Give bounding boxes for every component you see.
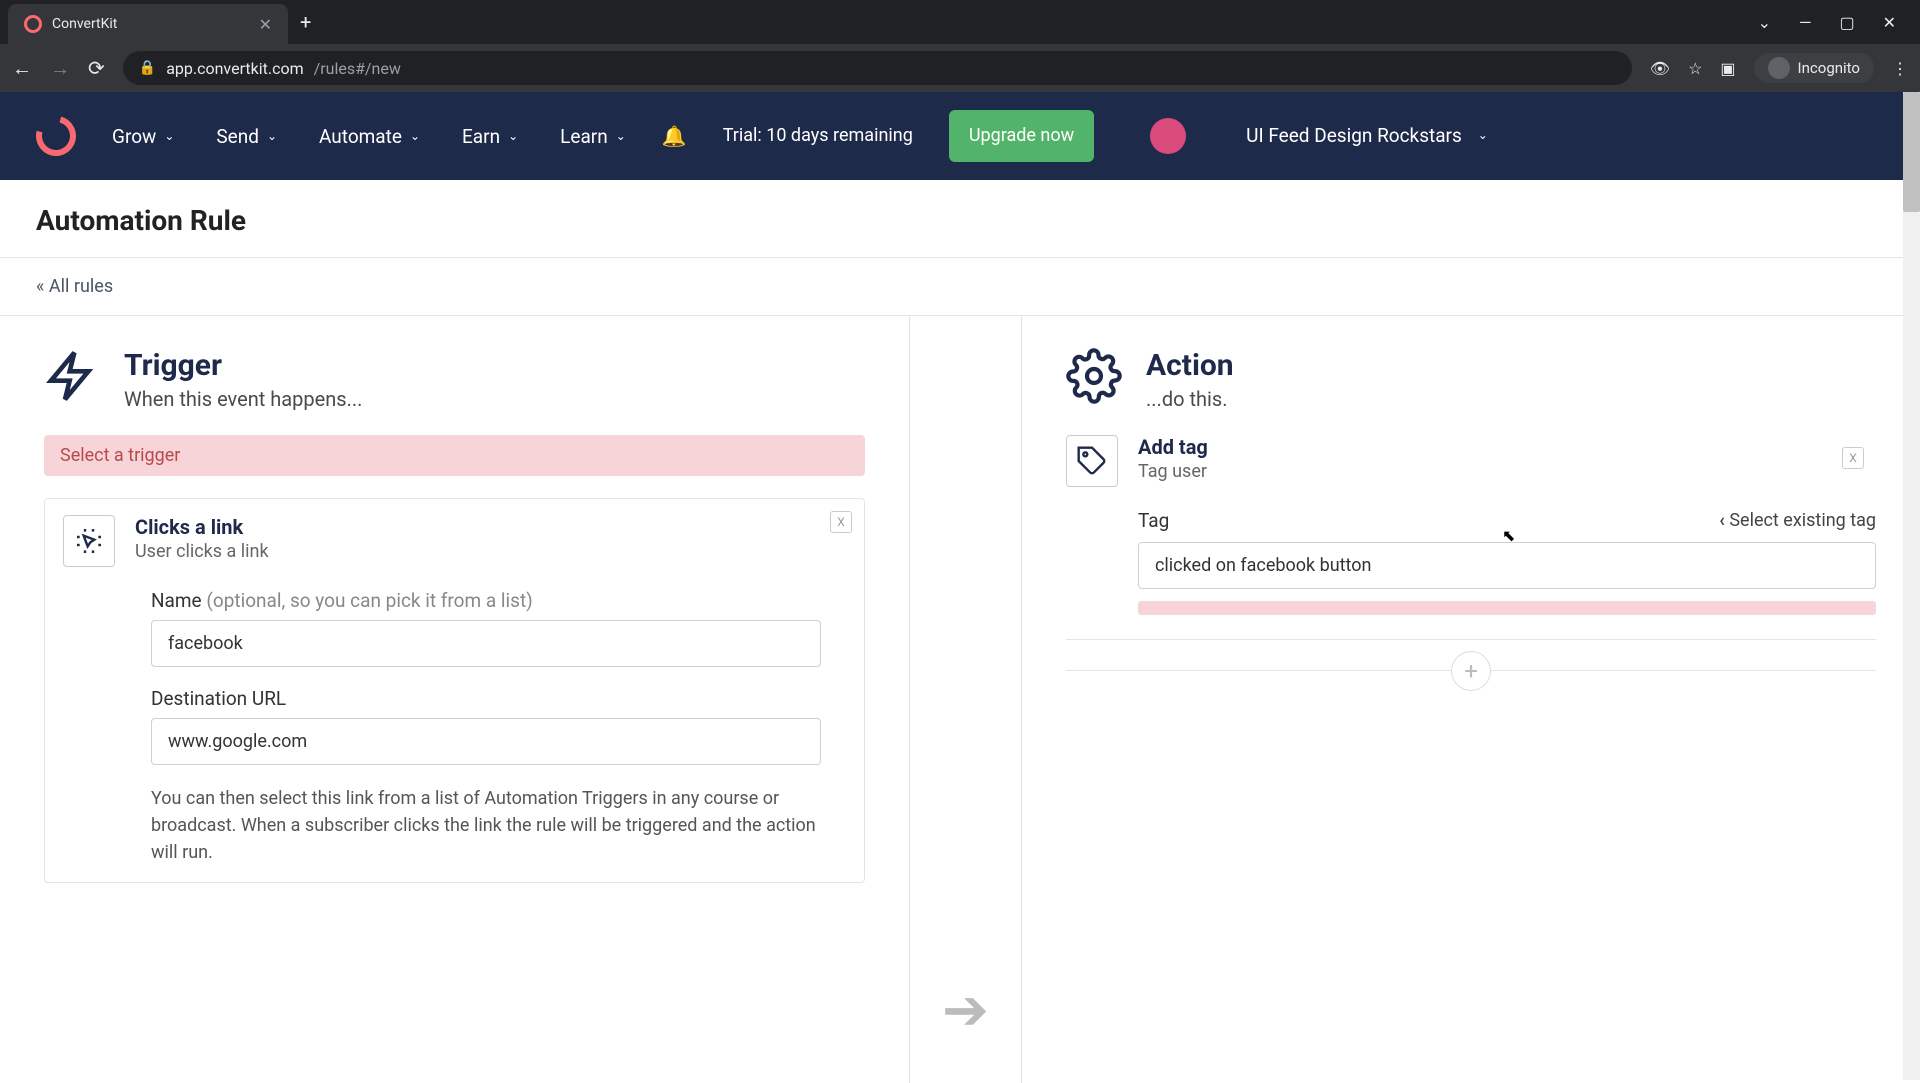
main-content: Trigger When this event happens... Selec…: [0, 315, 1920, 1083]
close-window-icon[interactable]: ✕: [1883, 13, 1896, 32]
trigger-column: Trigger When this event happens... Selec…: [0, 316, 910, 1083]
action-column: Action ...do this. Add tag Tag user X Ta…: [1022, 316, 1920, 1083]
action-header: Action ...do this.: [1066, 348, 1876, 411]
browser-menu-icon[interactable]: ⋮: [1892, 59, 1908, 78]
flow-arrow-column: ➔: [910, 316, 1022, 1083]
url-input[interactable]: 🔒 app.convertkit.com/rules#/new: [123, 51, 1632, 85]
lightning-icon: [44, 348, 100, 408]
tag-input[interactable]: [1138, 542, 1876, 589]
breadcrumb: « All rules: [0, 258, 1920, 315]
url-label: Destination URL: [151, 687, 846, 710]
action-title: Action: [1146, 348, 1234, 383]
browser-tab[interactable]: ConvertKit ✕: [8, 4, 288, 44]
arrow-right-icon: ➔: [942, 977, 989, 1043]
bookmark-icon[interactable]: ☆: [1688, 59, 1702, 78]
tab-title: ConvertKit: [52, 16, 117, 32]
page-title: Automation Rule: [0, 180, 1920, 258]
chevron-down-icon: ⌄: [267, 129, 277, 143]
name-label: Name (optional, so you can pick it from …: [151, 589, 846, 612]
select-existing-tag-link[interactable]: Select existing tag: [1719, 510, 1876, 531]
window-controls: ⌄ — ▢ ✕: [1758, 13, 1912, 32]
trigger-card: Clicks a link User clicks a link X Name …: [44, 498, 865, 883]
action-card-sub: Tag user: [1138, 461, 1208, 482]
incognito-badge[interactable]: Incognito: [1754, 53, 1874, 83]
add-action-divider: +: [1066, 670, 1876, 671]
tag-label: Tag: [1138, 509, 1169, 532]
eye-off-icon[interactable]: 👁: [1650, 59, 1670, 78]
chevron-down-icon: ⌄: [164, 129, 174, 143]
chevron-down-icon: ⌄: [1478, 128, 1488, 144]
upgrade-button[interactable]: Upgrade now: [949, 110, 1094, 161]
add-action-button[interactable]: +: [1451, 651, 1491, 691]
convertkit-logo-icon[interactable]: [29, 109, 84, 164]
workspace-dropdown[interactable]: UI Feed Design Rockstars ⌄: [1246, 124, 1488, 149]
gear-icon: [1066, 348, 1122, 408]
user-avatar[interactable]: [1150, 118, 1186, 154]
tag-validation-bar: [1138, 601, 1876, 615]
forward-button[interactable]: →: [50, 56, 70, 81]
back-button[interactable]: ←: [12, 56, 32, 81]
trigger-card-sub: User clicks a link: [135, 541, 269, 562]
panel-icon[interactable]: ▣: [1720, 59, 1735, 78]
tab-bar: ConvertKit ✕ + ⌄ — ▢ ✕: [0, 0, 1920, 44]
nav-earn[interactable]: Earn⌄: [462, 125, 518, 148]
url-domain: app.convertkit.com: [166, 59, 303, 78]
notifications-icon[interactable]: 🔔: [662, 124, 687, 148]
main-nav: Grow⌄ Send⌄ Automate⌄ Earn⌄ Learn⌄: [112, 125, 626, 148]
tag-icon: [1066, 435, 1118, 487]
url-path: /rules#/new: [314, 59, 401, 78]
action-subtitle: ...do this.: [1146, 387, 1234, 411]
nav-automate[interactable]: Automate⌄: [319, 125, 420, 148]
minimize-icon[interactable]: —: [1799, 13, 1812, 32]
favicon-icon: [24, 15, 42, 33]
new-tab-button[interactable]: +: [300, 10, 311, 34]
trigger-error: Select a trigger: [44, 435, 865, 476]
trigger-name-input[interactable]: [151, 620, 821, 667]
trigger-card-title: Clicks a link: [135, 515, 269, 539]
pointer-click-icon: [63, 515, 115, 567]
chevron-down-icon: ⌄: [508, 129, 518, 143]
lock-icon: 🔒: [139, 60, 156, 76]
trial-status: Trial: 10 days remaining: [723, 124, 913, 147]
scrollbar-thumb[interactable]: [1903, 92, 1920, 212]
close-tab-icon[interactable]: ✕: [259, 15, 272, 34]
nav-send[interactable]: Send⌄: [216, 125, 277, 148]
chevron-down-icon: ⌄: [410, 129, 420, 143]
reload-button[interactable]: ⟳: [88, 56, 105, 80]
remove-action-button[interactable]: X: [1842, 447, 1864, 469]
trigger-help-text: You can then select this link from a lis…: [151, 785, 821, 866]
tabs-dropdown-icon[interactable]: ⌄: [1758, 13, 1771, 32]
remove-trigger-button[interactable]: X: [830, 511, 852, 533]
trigger-title: Trigger: [124, 348, 362, 383]
browser-chrome: ConvertKit ✕ + ⌄ — ▢ ✕ ← → ⟳ 🔒 app.conve…: [0, 0, 1920, 92]
nav-learn[interactable]: Learn⌄: [560, 125, 626, 148]
trigger-header: Trigger When this event happens...: [44, 348, 865, 411]
nav-grow[interactable]: Grow⌄: [112, 125, 174, 148]
vertical-scrollbar[interactable]: [1903, 92, 1920, 1080]
incognito-icon: [1768, 57, 1790, 79]
maximize-icon[interactable]: ▢: [1839, 13, 1854, 32]
action-card: Add tag Tag user X Tag Select existing t…: [1066, 435, 1876, 640]
chevron-down-icon: ⌄: [616, 129, 626, 143]
app-header: Grow⌄ Send⌄ Automate⌄ Earn⌄ Learn⌄ 🔔 Tri…: [0, 92, 1920, 180]
address-bar: ← → ⟳ 🔒 app.convertkit.com/rules#/new 👁 …: [0, 44, 1920, 92]
breadcrumb-link[interactable]: « All rules: [36, 276, 113, 297]
trigger-url-input[interactable]: [151, 718, 821, 765]
trigger-subtitle: When this event happens...: [124, 387, 362, 411]
action-card-title: Add tag: [1138, 435, 1208, 459]
trigger-form: Name (optional, so you can pick it from …: [151, 589, 846, 866]
